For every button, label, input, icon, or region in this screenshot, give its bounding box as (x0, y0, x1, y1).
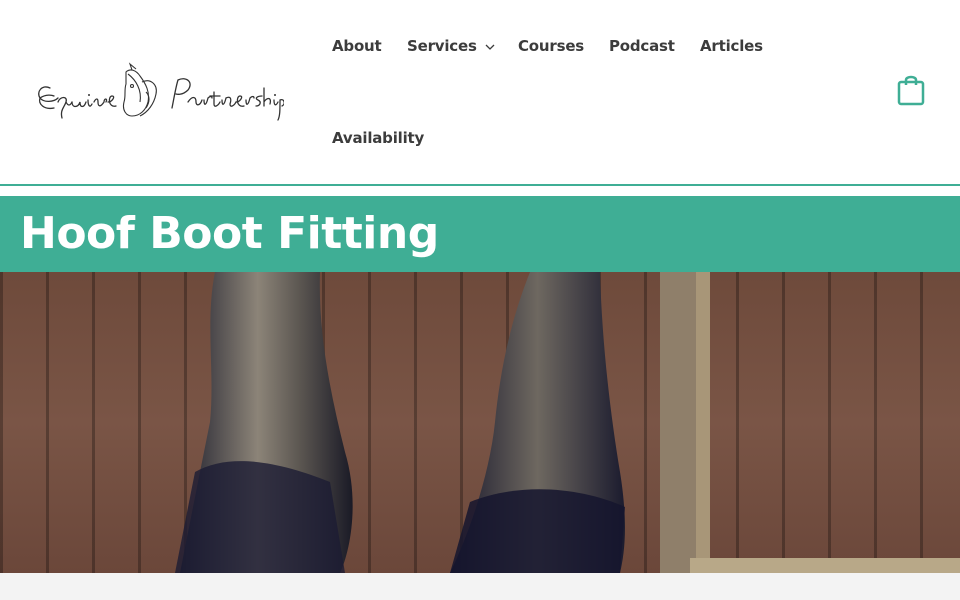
hero-image (0, 272, 960, 573)
site-header: About Services Courses Podcast Articles … (0, 0, 960, 186)
nav-item-articles[interactable]: Articles (700, 36, 763, 56)
shopping-bag-icon (897, 75, 925, 106)
site-logo[interactable] (32, 62, 284, 122)
equine-partnership-logo (38, 62, 284, 121)
chevron-down-icon[interactable] (485, 35, 495, 55)
nav-item-label: Availability (332, 129, 425, 147)
nav-item-courses[interactable]: Courses (518, 36, 584, 56)
nav-item-availability[interactable]: Availability (332, 128, 424, 148)
cart-button[interactable] (897, 74, 925, 106)
nav-item-label: Courses (518, 37, 585, 55)
nav-item-podcast[interactable]: Podcast (609, 36, 675, 56)
nav-item-label: About (332, 37, 382, 55)
page-title-banner: Hoof Boot Fitting (0, 196, 960, 272)
nav-item-services[interactable]: Services (407, 36, 495, 57)
nav-item-label: Services (407, 37, 477, 55)
page-title: Hoof Boot Fitting (20, 208, 439, 259)
nav-item-label: Articles (700, 37, 763, 55)
horse-legs-photo (175, 272, 960, 573)
nav-item-about[interactable]: About (332, 36, 382, 56)
nav-item-label: Podcast (609, 37, 675, 55)
content-area-start (0, 573, 960, 600)
